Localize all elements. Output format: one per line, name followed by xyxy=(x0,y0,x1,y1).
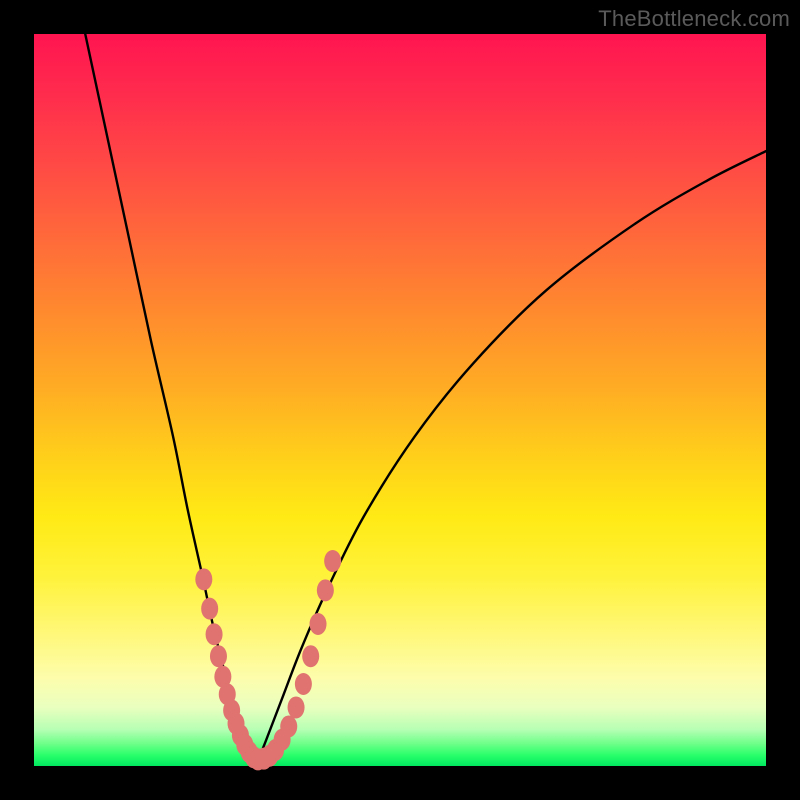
curve-svg xyxy=(34,34,766,766)
highlight-dot xyxy=(195,568,212,590)
highlight-dot xyxy=(302,645,319,667)
highlight-dot xyxy=(317,579,334,601)
curve-left xyxy=(85,34,255,762)
watermark-text: TheBottleneck.com xyxy=(598,6,790,32)
highlight-dot xyxy=(295,673,312,695)
chart-frame: TheBottleneck.com xyxy=(0,0,800,800)
highlight-dot xyxy=(210,645,227,667)
highlight-dot xyxy=(201,598,218,620)
plot-area xyxy=(34,34,766,766)
highlight-dot xyxy=(310,613,327,635)
highlight-dot xyxy=(288,696,305,718)
highlight-dot xyxy=(280,715,297,737)
highlight-dot xyxy=(206,623,223,645)
highlight-dot xyxy=(324,550,341,572)
curve-right xyxy=(255,151,766,761)
